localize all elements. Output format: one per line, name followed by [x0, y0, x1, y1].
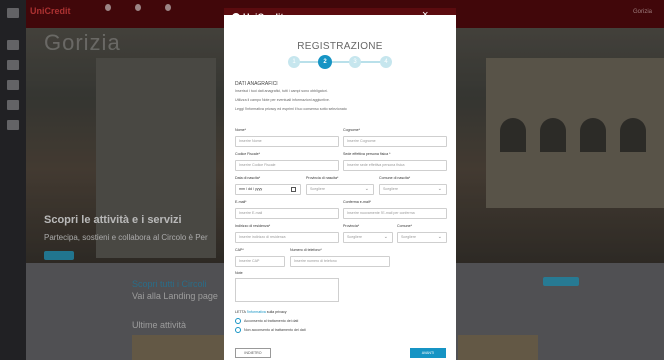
chevron-down-icon: ⌄ [437, 234, 442, 240]
provincia-label: Provincia* [343, 224, 360, 228]
next-button[interactable]: AVANTI [410, 348, 446, 358]
modal-title: REGISTRAZIONE [297, 41, 383, 52]
telefono-label: Numero di telefono* [290, 248, 322, 252]
registration-modal: REGISTRAZIONE 1 2 3 4 DATI ANAGRAFICI In… [224, 15, 456, 360]
back-button[interactable]: INDIETRO [235, 348, 271, 358]
note-label: Note [235, 271, 243, 275]
sede-label: Sede effettiva persona fisica * [343, 152, 391, 156]
step-2: 2 [318, 55, 332, 69]
comune-nascita-label: Comune di nascita* [379, 176, 411, 180]
data-nascita-label: Data di nascita* [235, 176, 261, 180]
calendar-icon[interactable] [291, 187, 296, 192]
provincia-nascita-label: Provincia di nascita* [306, 176, 339, 180]
step-4: 4 [380, 56, 392, 68]
step-indicator: 1 2 3 4 [288, 55, 392, 69]
radio-decline[interactable] [235, 327, 241, 333]
conferma-email-label: Conferma e-mail* [343, 200, 371, 204]
privacy-link[interactable]: l'informativa [247, 310, 266, 314]
info-line: Inserisci i tuoi dati anagrafici, tutti … [235, 89, 328, 93]
note-textarea[interactable] [235, 278, 339, 302]
nome-label: Nome* [235, 128, 246, 132]
comune-label: Comune* [397, 224, 412, 228]
codice-fiscale-label: Codice Fiscale* [235, 152, 260, 156]
data-nascita-input[interactable]: mm / dd / yyyy [235, 184, 301, 195]
email-input[interactable]: Inserire E-mail [235, 208, 339, 219]
radio-decline-label[interactable]: Non acconsento al trattamento dei dati [244, 328, 306, 332]
chevron-down-icon: ⌄ [383, 234, 388, 240]
indirizzo-input[interactable]: Inserire indirizzo di residenza [235, 232, 339, 243]
info-line: Leggi l'informativa privacy ed esprimi i… [235, 107, 347, 111]
provincia-nascita-select[interactable]: Scegliere ⌄ [306, 184, 374, 195]
radio-accept-label[interactable]: Acconsento al trattamento dei dati [244, 319, 298, 323]
sede-input[interactable]: Inserire sede effettiva persona fisica [343, 160, 447, 171]
cap-input[interactable]: Inserire CAP [235, 256, 285, 267]
conferma-email-input[interactable]: Inserire nuovamente l'E-mail per conferm… [343, 208, 447, 219]
codice-fiscale-input[interactable]: Inserire Codice Fiscale [235, 160, 339, 171]
telefono-input[interactable]: Inserire numero di telefono [290, 256, 390, 267]
cap-label: CAP* [235, 248, 244, 252]
chevron-down-icon: ⌄ [437, 186, 442, 192]
privacy-text: LETTA l'informativa sulla privacy [235, 310, 287, 314]
chevron-down-icon: ⌄ [364, 186, 369, 192]
indirizzo-label: Indirizzo di residenza* [235, 224, 271, 228]
step-3: 3 [349, 56, 361, 68]
cognome-label: Cognome* [343, 128, 360, 132]
radio-accept[interactable] [235, 318, 241, 324]
cognome-input[interactable]: Inserire Cognome [343, 136, 447, 147]
comune-select[interactable]: Scegliere ⌄ [397, 232, 447, 243]
email-label: E-mail* [235, 200, 247, 204]
step-1: 1 [288, 56, 300, 68]
comune-nascita-select[interactable]: Scegliere ⌄ [379, 184, 447, 195]
info-line: Utilizza il campo Note per eventuali inf… [235, 98, 330, 102]
step-line [294, 61, 386, 63]
section-title: DATI ANAGRAFICI [235, 81, 278, 87]
nome-input[interactable]: Inserire Nome [235, 136, 339, 147]
provincia-select[interactable]: Scegliere ⌄ [343, 232, 393, 243]
